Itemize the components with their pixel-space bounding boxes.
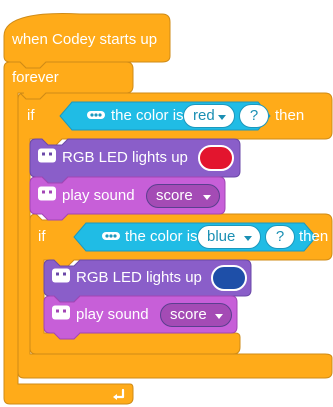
if-2-label: if bbox=[38, 228, 46, 245]
sound-2-label: play sound bbox=[76, 306, 149, 323]
color-dropdown-1[interactable]: red bbox=[183, 104, 235, 128]
sound-dropdown-2[interactable]: score bbox=[160, 303, 232, 327]
codey-face-icon bbox=[37, 186, 57, 207]
chevron-down-icon bbox=[215, 314, 223, 319]
placeholder-1[interactable]: ? bbox=[239, 104, 269, 128]
hat-label: when Codey starts up bbox=[12, 31, 158, 48]
led-1-color-swatch[interactable] bbox=[198, 145, 234, 171]
color-dropdown-1-value: red bbox=[193, 107, 215, 124]
led-1-label: RGB LED lights up bbox=[62, 149, 188, 166]
codey-face-icon bbox=[37, 148, 57, 169]
color-sensor-icon bbox=[86, 107, 106, 125]
color-dropdown-2-value: blue bbox=[207, 228, 236, 245]
then-2-label: then bbox=[299, 228, 329, 245]
sound-dropdown-2-value: score bbox=[170, 306, 207, 323]
forever-label: forever bbox=[12, 69, 59, 86]
chevron-down-icon bbox=[218, 115, 226, 120]
sound-1-label: play sound bbox=[62, 187, 135, 204]
if-1-label: if bbox=[27, 107, 35, 124]
then-1-label: then bbox=[275, 107, 305, 124]
chevron-down-icon bbox=[203, 195, 211, 200]
led-2-color-swatch[interactable] bbox=[211, 265, 247, 291]
color-dropdown-2[interactable]: blue bbox=[197, 225, 261, 249]
sound-dropdown-1-value: score bbox=[156, 187, 193, 204]
led-2-label: RGB LED lights up bbox=[76, 269, 202, 286]
codey-face-icon bbox=[51, 305, 71, 326]
codey-face-icon bbox=[51, 268, 71, 289]
condition-1-text: the color is bbox=[111, 107, 184, 124]
placeholder-2[interactable]: ? bbox=[265, 225, 295, 249]
chevron-down-icon bbox=[244, 236, 252, 241]
condition-2-text: the color is bbox=[125, 228, 198, 245]
sound-dropdown-1[interactable]: score bbox=[146, 184, 220, 208]
color-sensor-icon bbox=[101, 228, 121, 246]
